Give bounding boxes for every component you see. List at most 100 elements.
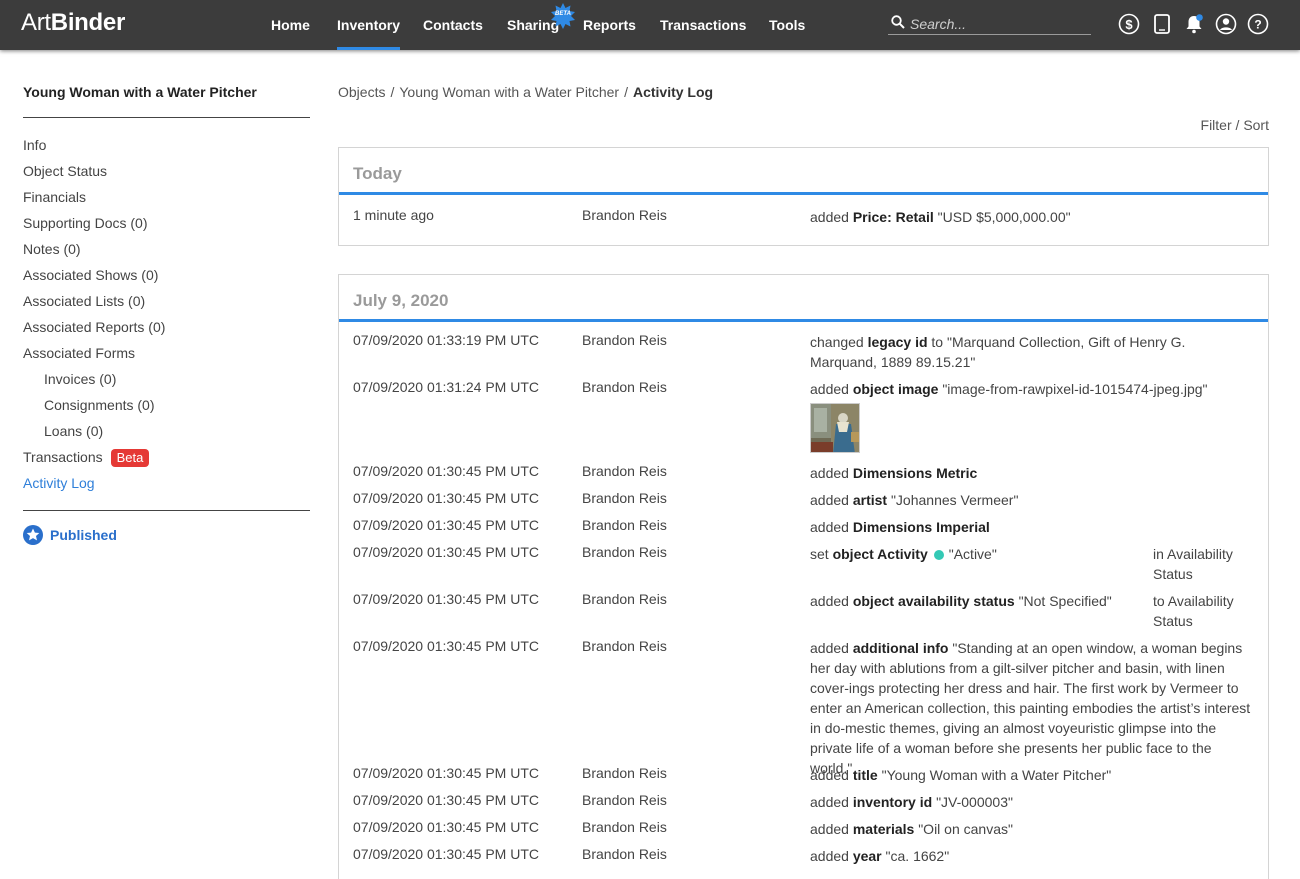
sidebar-item-activity-log[interactable]: Activity Log: [23, 475, 95, 491]
log-entry-user: Brandon Reis: [582, 207, 667, 223]
object-image-thumbnail[interactable]: [810, 403, 860, 453]
log-entry-value: "Oil on canvas": [918, 821, 1013, 837]
nav-reports[interactable]: Reports: [583, 0, 636, 50]
log-group-title: July 9, 2020: [353, 291, 449, 310]
sidebar-item-transactions[interactable]: Transactions: [23, 449, 103, 465]
log-entry-field: object Activity: [832, 546, 928, 562]
log-entry-user: Brandon Reis: [582, 379, 667, 395]
breadcrumb-objects[interactable]: Objects: [338, 84, 385, 100]
svg-text:?: ?: [1254, 18, 1261, 32]
sidebar-item-consignments[interactable]: Consignments (0): [44, 397, 155, 413]
log-entry-date: 07/09/2020 01:30:45 PM UTC: [353, 517, 540, 533]
log-entry-value: to "Marquand Collection, Gift of Henry G…: [810, 334, 1186, 370]
sidebar-object-title: Young Woman with a Water Pitcher: [23, 84, 257, 100]
beta-badge-text: BETA: [555, 11, 571, 17]
logo-text-light: Art: [21, 9, 51, 36]
nav-tools[interactable]: Tools: [769, 0, 805, 50]
sidebar-item-notes[interactable]: Notes (0): [23, 241, 81, 257]
log-entry-action: set: [810, 546, 829, 562]
log-entry-action: added: [810, 209, 849, 225]
log-entry-field: year: [852, 848, 882, 864]
log-entry-user: Brandon Reis: [582, 846, 667, 862]
log-entry-value: "ca. 1662": [885, 848, 950, 864]
log-entry-user: Brandon Reis: [582, 638, 667, 654]
log-group-header: July 9, 2020: [339, 275, 1268, 322]
log-entry-action: added: [810, 848, 849, 864]
log-entry-date: 07/09/2020 01:30:45 PM UTC: [353, 819, 540, 835]
log-entry-date: 07/09/2020 01:30:45 PM UTC: [353, 792, 540, 808]
top-nav-bar: ArtBinder Home Inventory Contacts Sharin…: [0, 0, 1300, 50]
search-icon: [891, 15, 905, 29]
transactions-beta-badge: Beta: [111, 449, 149, 467]
log-entry-user: Brandon Reis: [582, 517, 667, 533]
sidebar-item-loans[interactable]: Loans (0): [44, 423, 103, 439]
sidebar-divider-top: [23, 117, 310, 118]
log-entry-action: added: [810, 519, 849, 535]
sidebar-item-financials[interactable]: Financials: [23, 189, 86, 205]
log-entry-value: "USD $5,000,000.00": [937, 209, 1071, 225]
log-entry-user: Brandon Reis: [582, 792, 667, 808]
search-input[interactable]: [910, 15, 1088, 33]
sidebar-item-invoices[interactable]: Invoices (0): [44, 371, 116, 387]
log-entry-field: object availability status: [852, 593, 1015, 609]
log-entry-description: added Price: Retail "USD $5,000,000.00": [810, 207, 1254, 227]
user-icon[interactable]: [1215, 13, 1237, 35]
log-entry-date: 07/09/2020 01:30:45 PM UTC: [353, 638, 540, 654]
tablet-icon[interactable]: [1151, 13, 1173, 35]
log-entry-date: 07/09/2020 01:30:45 PM UTC: [353, 846, 540, 862]
sort-link[interactable]: Sort: [1243, 117, 1269, 133]
bell-icon[interactable]: [1183, 13, 1205, 35]
log-entry-date: 07/09/2020 01:30:45 PM UTC: [353, 544, 540, 560]
dollar-icon[interactable]: $: [1118, 13, 1140, 35]
log-entry-user: Brandon Reis: [582, 765, 667, 781]
sidebar-item-info[interactable]: Info: [23, 137, 46, 153]
log-group-july-9-2020: July 9, 2020 07/09/2020 01:33:19 PM UTC …: [338, 274, 1269, 879]
sidebar-item-associated-reports[interactable]: Associated Reports (0): [23, 319, 165, 335]
star-badge-icon: [23, 525, 43, 545]
log-entry-value: "Not Specified": [1018, 593, 1112, 609]
log-entry-user: Brandon Reis: [582, 819, 667, 835]
artbinder-logo[interactable]: ArtBinder: [21, 9, 125, 37]
log-entry-value: "image-from-rawpixel-id-1015474-jpeg.jpg…: [942, 381, 1208, 397]
log-entry-date: 07/09/2020 01:31:24 PM UTC: [353, 379, 540, 395]
log-entry-context: in Availability Status: [1153, 546, 1233, 582]
sidebar-item-supporting-docs[interactable]: Supporting Docs (0): [23, 215, 148, 231]
log-entry-user: Brandon Reis: [582, 591, 667, 607]
sidebar-divider-bottom: [23, 510, 310, 511]
sharing-beta-badge: BETA: [550, 3, 576, 29]
log-entry-value: "Johannes Vermeer": [890, 492, 1019, 508]
log-entry-user: Brandon Reis: [582, 332, 667, 348]
sidebar-item-associated-shows[interactable]: Associated Shows (0): [23, 267, 158, 283]
breadcrumb-current: Activity Log: [632, 84, 714, 100]
nav-transactions[interactable]: Transactions: [660, 0, 746, 50]
log-entry-action: added: [810, 492, 849, 508]
published-label: Published: [50, 527, 117, 543]
log-entry-user: Brandon Reis: [582, 490, 667, 506]
log-entry-field: additional info: [852, 640, 949, 656]
log-entry-field: legacy id: [867, 334, 928, 350]
nav-contacts[interactable]: Contacts: [423, 0, 483, 50]
sidebar-item-associated-lists[interactable]: Associated Lists (0): [23, 293, 145, 309]
log-entry-description: changed legacy id to "Marquand Collectio…: [810, 332, 1254, 372]
log-entry-date: 07/09/2020 01:30:45 PM UTC: [353, 490, 540, 506]
nav-home[interactable]: Home: [271, 0, 310, 50]
log-entry-field: artist: [852, 492, 888, 508]
help-icon[interactable]: ?: [1247, 13, 1269, 35]
nav-inventory[interactable]: Inventory: [337, 0, 401, 50]
painting-thumbnail-image: [811, 404, 859, 452]
log-entry-field: materials: [852, 821, 915, 837]
log-group-title: Today: [353, 164, 402, 183]
logo-text-bold: Binder: [50, 9, 126, 36]
log-entry-description: added additional info "Standing at an op…: [810, 638, 1254, 778]
breadcrumb-object[interactable]: Young Woman with a Water Pitcher: [399, 84, 619, 100]
log-entry-value: "Young Woman with a Water Pitcher": [881, 767, 1112, 783]
log-entry-date: 07/09/2020 01:30:45 PM UTC: [353, 591, 540, 607]
sidebar-item-associated-forms[interactable]: Associated Forms: [23, 345, 135, 361]
sidebar-item-object-status[interactable]: Object Status: [23, 163, 107, 179]
log-entry-value: "Standing at an open window, a woman beg…: [810, 640, 1251, 776]
log-entry-date: 07/09/2020 01:33:19 PM UTC: [353, 332, 540, 348]
filter-link[interactable]: Filter: [1201, 117, 1232, 133]
log-entry-description: added artist "Johannes Vermeer": [810, 490, 1254, 510]
log-entry-description: added Dimensions Imperial: [810, 517, 1254, 537]
breadcrumb-separator: /: [624, 84, 628, 100]
